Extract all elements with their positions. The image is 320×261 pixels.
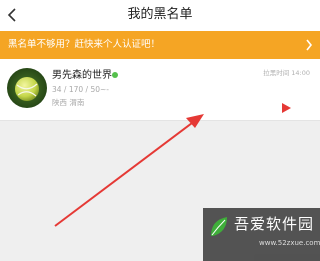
page-title: 我的黑名单 <box>127 7 193 22</box>
watermark-url: www.52zxue.com <box>259 239 320 247</box>
blacklist-item[interactable]: 男先森的世界 34 / 170 / 50~- 陕西 渭南 拉黑时间 14:00 <box>0 59 320 121</box>
top-bar: 我的黑名单 <box>0 0 320 31</box>
verification-banner[interactable]: 黑名单不够用？赶快来个人认证吧！ <box>0 31 320 59</box>
user-stats: 34 / 170 / 50~- <box>52 85 109 94</box>
chevron-right-icon <box>306 39 313 51</box>
block-time: 拉黑时间 14:00 <box>263 69 310 77</box>
watermark: 吾爱软件园 www.52zxue.com <box>203 208 320 261</box>
avatar[interactable] <box>7 68 47 108</box>
online-status-dot <box>112 72 118 78</box>
avatar-image <box>7 68 47 108</box>
leaf-logo-icon <box>211 217 227 236</box>
user-location: 陕西 渭南 <box>52 98 85 107</box>
banner-text: 黑名单不够用？赶快来个人认证吧！ <box>8 39 161 50</box>
user-name: 男先森的世界 <box>52 70 112 81</box>
watermark-name: 吾爱软件园 <box>234 215 315 233</box>
play-icon[interactable] <box>282 103 291 113</box>
